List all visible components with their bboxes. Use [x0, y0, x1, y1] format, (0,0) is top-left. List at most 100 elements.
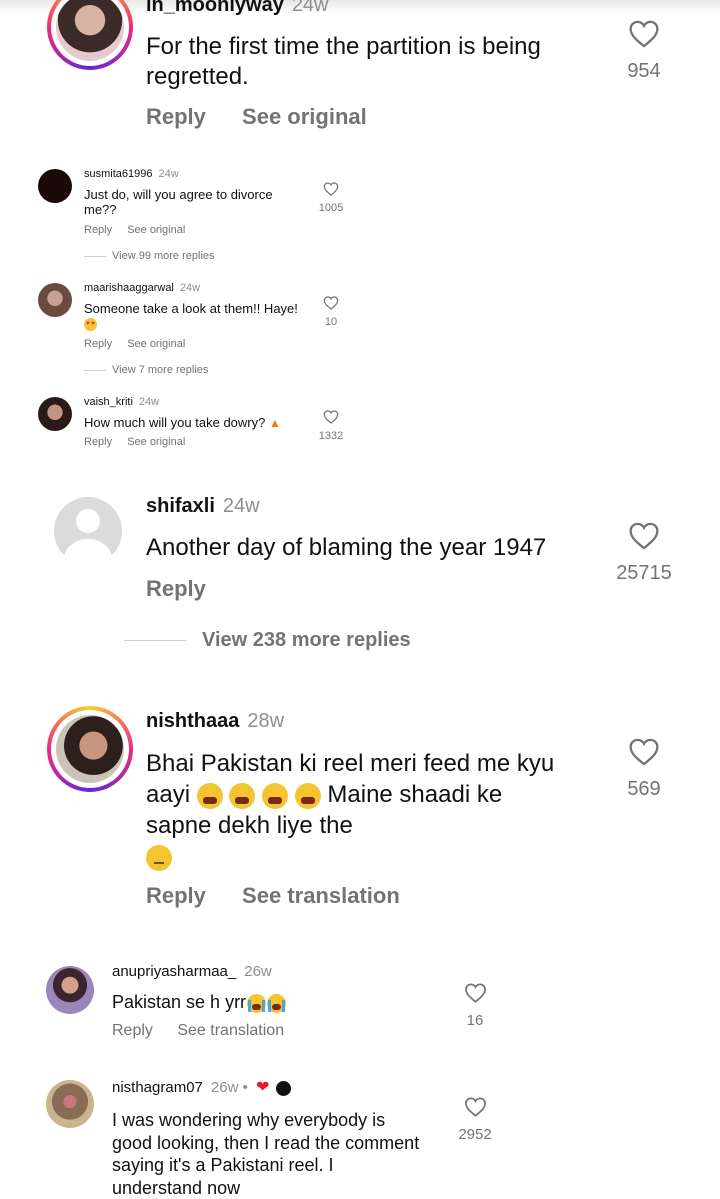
comment-text: Pakistan se h yrr — [112, 991, 412, 1013]
comment-text: Bhai Pakistan ki reel meri feed me kyu a… — [146, 748, 616, 872]
heart-outline-icon[interactable] — [628, 20, 660, 48]
heart-outline-icon[interactable] — [323, 296, 339, 310]
see-original-button[interactable]: See original — [127, 338, 185, 350]
like-count: 10 — [324, 316, 338, 328]
username-text[interactable]: nisthagram07 — [112, 1079, 203, 1096]
avatar[interactable] — [46, 1080, 94, 1128]
divider-line — [124, 640, 186, 642]
reply-button[interactable]: Reply — [112, 1022, 153, 1040]
like-count: 569 — [627, 778, 661, 800]
reply-button[interactable]: Reply — [84, 436, 112, 448]
avatar[interactable] — [38, 397, 72, 431]
view-replies-text[interactable]: View 238 more replies — [202, 629, 411, 651]
timestamp: 26w — [244, 963, 272, 980]
comment-text: For the first time the partition is bein… — [146, 33, 541, 90]
see-original-button[interactable]: See original — [127, 436, 185, 448]
timestamp: 24w — [291, 0, 329, 16]
heart-outline-icon[interactable] — [323, 410, 339, 424]
timestamp: 28w — [247, 710, 285, 732]
username-text[interactable]: anupriyasharmaa_ — [112, 963, 236, 980]
tired-face-emoji — [262, 782, 289, 809]
loudly-crying-face-emoji — [267, 993, 287, 1013]
comment-actions: Reply — [146, 576, 206, 602]
like-count: 16 — [466, 1012, 484, 1029]
username[interactable]: maarishaaggarwal 24w — [84, 282, 200, 294]
comment-actions: Reply See original — [84, 436, 185, 448]
timestamp: 24w — [222, 495, 260, 517]
avatar[interactable] — [46, 966, 94, 1014]
comment-text: Another day of blaming the year 1947 — [146, 534, 547, 561]
comment-text: I was wondering why everybody is good lo… — [112, 1110, 420, 1198]
see-translation-button[interactable]: See translation — [177, 1022, 284, 1040]
username-text[interactable]: in_moonlyway — [146, 0, 284, 16]
heart-outline-icon[interactable] — [464, 1097, 487, 1117]
default-avatar-icon[interactable] — [54, 497, 122, 565]
heart-outline-icon[interactable] — [323, 182, 339, 196]
pensive-face-emoji — [146, 844, 172, 871]
comment-text-body: How much will you take dowry? — [84, 415, 266, 430]
comment-text-line: Bhai Pakistan ki reel meri feed me kyu — [146, 750, 555, 777]
comment-actions: Reply See original — [84, 224, 185, 236]
see-translation-button[interactable]: See translation — [242, 883, 400, 909]
username[interactable]: susmita61996 24w — [84, 168, 179, 180]
timestamp: 24w — [138, 396, 160, 408]
username[interactable]: anupriyasharmaa_ 26w — [112, 963, 272, 980]
avatar[interactable] — [38, 283, 72, 317]
comment-text-line: sapne dekh liye the — [146, 812, 353, 839]
comment-text-line: Maine shaadi ke — [327, 781, 503, 808]
view-replies-text[interactable]: View 99 more replies — [112, 250, 215, 262]
comment-text-body: Pakistan se h yrr — [112, 992, 247, 1012]
comment-actions: Reply See translation — [112, 1022, 284, 1040]
like-count: 25715 — [616, 562, 672, 584]
like-count: 1005 — [318, 202, 344, 214]
view-replies-button[interactable]: View 7 more replies — [84, 364, 208, 376]
username[interactable]: in_moonlyway 24w — [146, 0, 329, 17]
like-count: 954 — [627, 60, 661, 82]
username-text[interactable]: vaish_kriti — [84, 396, 133, 408]
comment-text-line: aayi — [146, 781, 191, 808]
comment-text: How much will you take dowry? ▲ — [84, 415, 304, 431]
timestamp: 24w — [179, 282, 201, 294]
reply-button[interactable]: Reply — [84, 224, 112, 236]
comment-text-body: Someone take a look at them!! Haye! — [84, 301, 298, 316]
bomb-emoji — [275, 1080, 291, 1096]
heart-outline-icon[interactable] — [628, 738, 660, 766]
reply-button[interactable]: Reply — [84, 338, 112, 350]
fire-emoji: ▲ — [268, 416, 281, 430]
comment-text: Someone take a look at them!! Haye! ♥ ♥ — [84, 301, 304, 332]
username-text[interactable]: maarishaaggarwal — [84, 282, 174, 294]
reply-button[interactable]: Reply — [146, 104, 206, 130]
tired-face-emoji — [229, 782, 256, 809]
view-replies-button[interactable]: View 99 more replies — [84, 250, 215, 262]
username[interactable]: nisthagram07 26w • ❤ — [112, 1077, 291, 1097]
username[interactable]: shifaxli 24w — [146, 495, 260, 518]
reply-button[interactable]: Reply — [146, 576, 206, 602]
view-replies-button[interactable]: View 238 more replies — [124, 629, 411, 652]
avatar[interactable] — [56, 715, 124, 783]
tired-face-emoji — [294, 782, 321, 809]
comment-actions: Reply See translation — [146, 883, 400, 909]
see-original-button[interactable]: See original — [127, 224, 185, 236]
comment-text: Just do, will you agree to divorce me?? — [84, 187, 273, 217]
username[interactable]: vaish_kriti 24w — [84, 396, 159, 408]
red-heart-emoji: ❤ — [256, 1079, 270, 1096]
loudly-crying-face-emoji — [247, 993, 267, 1013]
comment-actions: Reply See original — [84, 338, 185, 350]
tired-face-emoji — [196, 782, 223, 809]
username-text[interactable]: shifaxli — [146, 495, 215, 517]
heart-outline-icon[interactable] — [628, 522, 660, 550]
timestamp: 26w • — [210, 1079, 248, 1096]
avatar[interactable] — [38, 169, 72, 203]
like-count: 1332 — [318, 430, 344, 442]
username-text[interactable]: susmita61996 — [84, 168, 153, 180]
view-replies-text[interactable]: View 7 more replies — [112, 364, 208, 376]
username[interactable]: nishthaaa 28w — [146, 710, 284, 733]
heart-eyes-emoji: ♥ ♥ — [84, 318, 97, 332]
see-original-button[interactable]: See original — [242, 104, 367, 130]
username-text[interactable]: nishthaaa — [146, 710, 239, 732]
divider-line — [84, 255, 106, 257]
heart-outline-icon[interactable] — [464, 983, 487, 1003]
reply-button[interactable]: Reply — [146, 883, 206, 909]
comment-actions: Reply See original — [146, 104, 367, 130]
timestamp: 24w — [158, 168, 179, 180]
